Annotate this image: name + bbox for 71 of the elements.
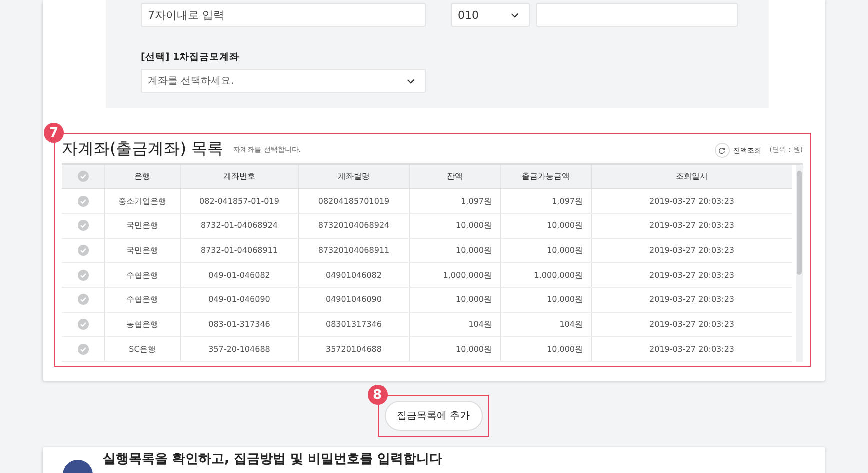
- column-header: 은행: [104, 165, 180, 189]
- checkbox[interactable]: [78, 344, 88, 355]
- account-select[interactable]: 계좌를 선택하세요.: [141, 69, 426, 93]
- name-input-field[interactable]: 7자이내로 입력: [141, 3, 426, 27]
- chevron-down-icon: [407, 78, 415, 84]
- table-cell: 10,000원: [500, 238, 592, 263]
- scrollbar-thumb[interactable]: [797, 171, 802, 275]
- table-cell: 082-041857-01-019: [180, 188, 298, 214]
- column-header: 출금가능금액: [500, 165, 592, 189]
- table-cell: 104원: [410, 312, 500, 337]
- table-cell: 2019-03-27 20:03:23: [592, 188, 792, 214]
- table-cell: 2019-03-27 20:03:23: [592, 262, 792, 288]
- checkbox[interactable]: [78, 294, 88, 306]
- checkbox[interactable]: [78, 270, 88, 281]
- table-cell: 1,000,000원: [500, 262, 592, 288]
- field-label: [선택] 1차집금모계좌: [141, 51, 241, 64]
- table-cell: 1,097원: [410, 188, 500, 214]
- table-cell: 8732-01-04068911: [180, 238, 298, 263]
- phone-prefix-select[interactable]: 010: [451, 3, 530, 27]
- table-cell: 049-01-046090: [180, 287, 298, 312]
- table-cell: 10,000원: [410, 336, 500, 362]
- table-cell: 2019-03-27 20:03:23: [592, 312, 792, 337]
- column-header: 계좌번호: [180, 165, 298, 189]
- table-cell: 수협은행: [104, 287, 180, 312]
- section-title: 자계좌(출금계좌) 목록: [62, 139, 224, 160]
- table-cell: 국민은행: [104, 213, 180, 238]
- table-cell: 10,000원: [500, 336, 592, 362]
- table-cell: 10,000원: [410, 238, 500, 263]
- table-cell: 2019-03-27 20:03:23: [592, 287, 792, 312]
- scrollbar[interactable]: [796, 165, 803, 362]
- table-cell: 87320104068924: [298, 213, 410, 238]
- table-cell: 수협은행: [104, 262, 180, 288]
- table-cell: SC은행: [104, 336, 180, 362]
- table-cell: 중소기업은행: [104, 188, 180, 214]
- section-title: 실행목록을 확인하고, 집금방법 및 비밀번호를 입력합니다: [103, 452, 443, 468]
- table-cell: 10,000원: [500, 213, 592, 238]
- table-cell: 35720104688: [298, 336, 410, 362]
- phone-number-field[interactable]: [536, 3, 738, 27]
- table-cell: 농협은행: [104, 312, 180, 337]
- chevron-down-icon: [511, 12, 519, 18]
- table-cell: 04901046090: [298, 287, 410, 312]
- table-cell: 8732-01-04068924: [180, 213, 298, 238]
- checkbox[interactable]: [78, 318, 88, 330]
- checkbox[interactable]: [78, 244, 88, 256]
- table-cell: 1,000,000원: [410, 262, 500, 288]
- table-cell: 104원: [500, 312, 592, 337]
- step-badge: 8: [368, 385, 388, 405]
- refresh-icon: [718, 146, 726, 154]
- table-cell: 1,097원: [500, 188, 592, 214]
- table-cell: 10,000원: [410, 287, 500, 312]
- table-cell: 049-01-046082: [180, 262, 298, 288]
- table-cell: 87320104068911: [298, 238, 410, 263]
- checkbox[interactable]: [78, 220, 88, 232]
- table-cell: 2019-03-27 20:03:23: [592, 336, 792, 362]
- checkbox[interactable]: [78, 196, 88, 206]
- table-cell: 357-20-104688: [180, 336, 298, 362]
- column-header: 잔액: [410, 165, 500, 189]
- table-cell: 08301317346: [298, 312, 410, 337]
- table-cell: 국민은행: [104, 238, 180, 263]
- table-cell: 2019-03-27 20:03:23: [592, 213, 792, 238]
- checkbox[interactable]: [78, 171, 88, 182]
- column-header: 조회일시: [592, 165, 792, 189]
- table-cell: 10,000원: [410, 213, 500, 238]
- step-badge: 7: [44, 123, 64, 143]
- table-cell: 08204185701019: [298, 188, 410, 214]
- table-cell: 10,000원: [500, 287, 592, 312]
- column-header: 계좌별명: [298, 165, 410, 189]
- table-cell: 2019-03-27 20:03:23: [592, 238, 792, 263]
- table-cell: 04901046082: [298, 262, 410, 288]
- table-cell: 083-01-317346: [180, 312, 298, 337]
- add-to-list-button[interactable]: 집금목록에 추가: [384, 401, 482, 431]
